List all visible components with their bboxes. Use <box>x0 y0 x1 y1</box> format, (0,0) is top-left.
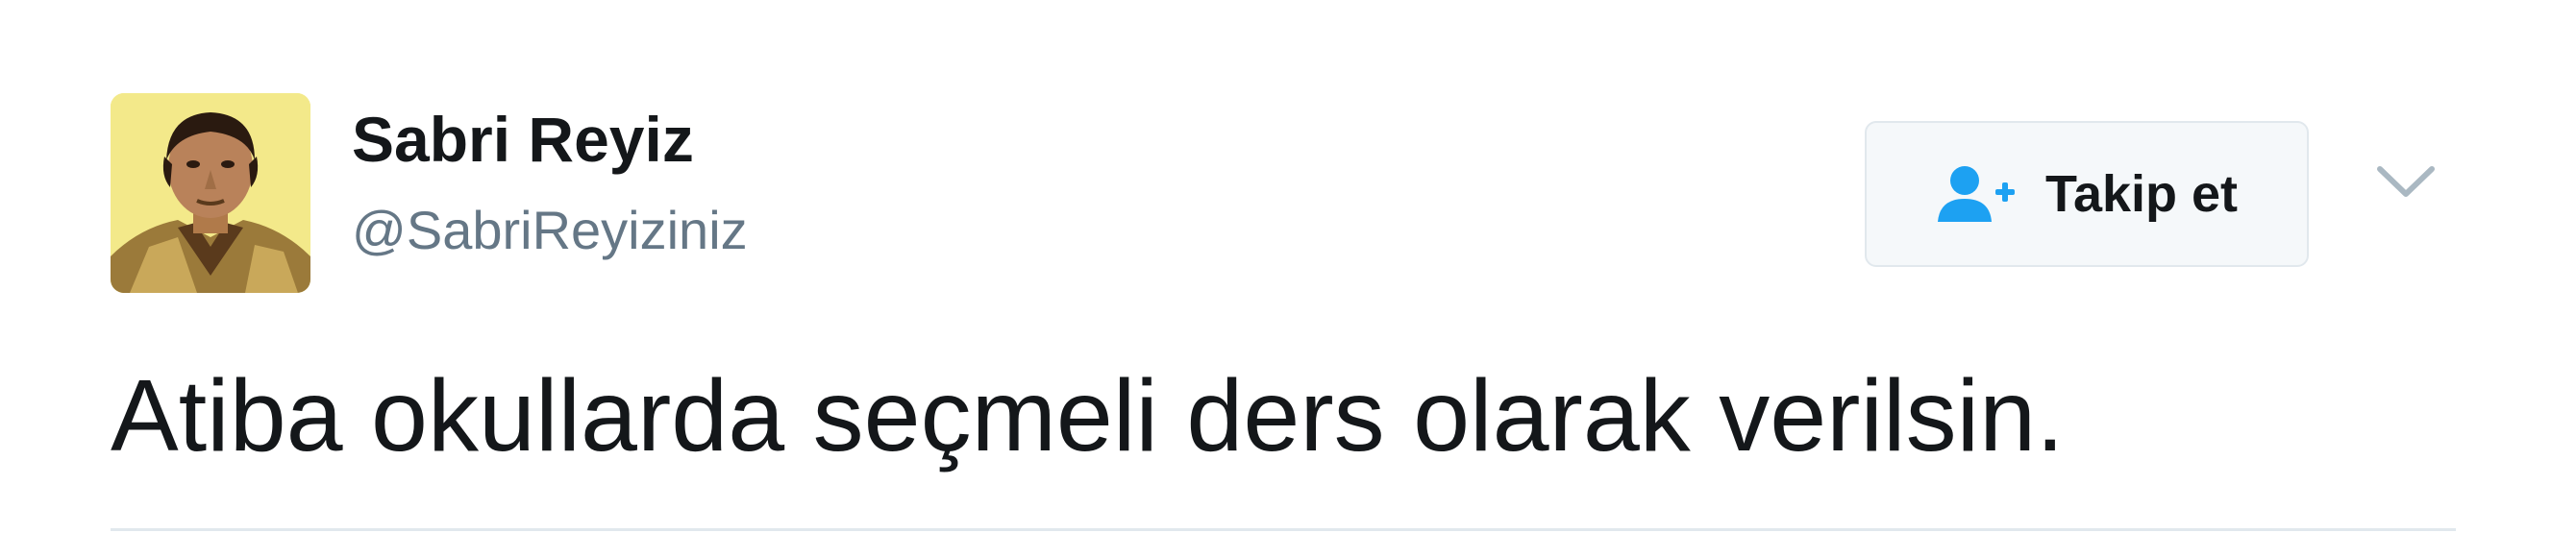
follow-button[interactable]: Takip et <box>1865 121 2309 267</box>
chevron-down-icon[interactable] <box>2374 161 2438 202</box>
add-user-icon <box>1937 166 2015 222</box>
avatar[interactable] <box>111 93 310 293</box>
tweet-card: Sabri Reyiz @SabriReyiziniz Takip et Ati… <box>0 0 2576 533</box>
follow-button-label: Takip et <box>2044 165 2239 223</box>
user-handle[interactable]: @SabriReyiziniz <box>352 204 748 257</box>
divider <box>111 528 2456 531</box>
tweet-text: Atiba okullarda seçmeli ders olarak veri… <box>111 359 2065 472</box>
display-name[interactable]: Sabri Reyiz <box>352 108 694 171</box>
